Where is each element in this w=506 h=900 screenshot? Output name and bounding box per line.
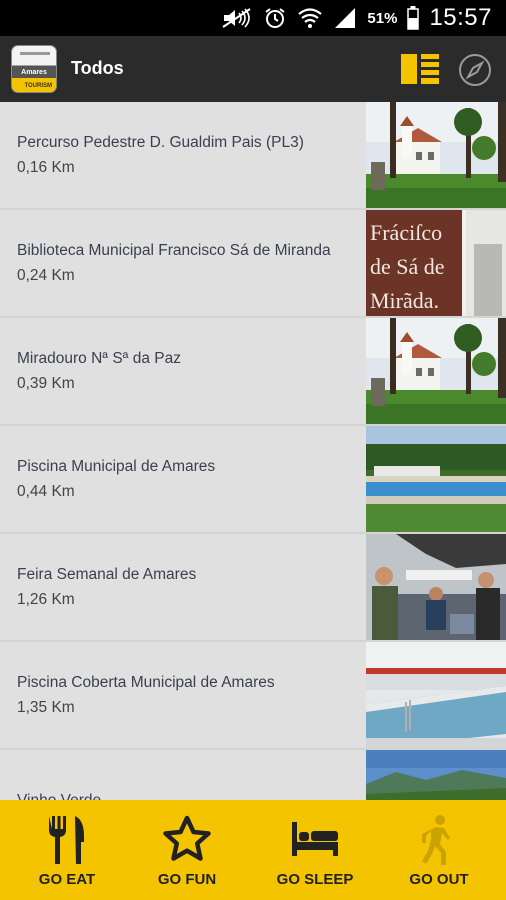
nav-go-out[interactable]: GO OUT bbox=[376, 800, 502, 900]
sign-line-1: Fráciſco bbox=[370, 220, 442, 245]
battery-percent: 51% bbox=[367, 9, 398, 27]
logo-stripe bbox=[20, 52, 50, 55]
walking-person-icon bbox=[422, 815, 450, 865]
nav-go-fun[interactable]: GO FUN bbox=[124, 800, 250, 900]
place-name: Biblioteca Municipal Francisco Sá de Mir… bbox=[17, 241, 331, 259]
mute-icon bbox=[221, 7, 253, 29]
list-view-icon bbox=[401, 54, 439, 84]
star-icon bbox=[163, 815, 211, 861]
nav-label: GO FUN bbox=[157, 871, 217, 888]
place-name: Piscina Coberta Municipal de Amares bbox=[17, 673, 275, 691]
place-thumbnail bbox=[366, 102, 506, 208]
map-button[interactable] bbox=[458, 53, 492, 87]
place-thumbnail bbox=[366, 318, 506, 424]
place-thumbnail bbox=[366, 534, 506, 640]
sign-line-2: de Sá de bbox=[370, 254, 445, 279]
list-item[interactable]: Vinho Verde bbox=[0, 750, 506, 800]
place-name: Piscina Municipal de Amares bbox=[17, 457, 216, 475]
app-bar: Amares TOURISM Todos bbox=[0, 36, 506, 102]
place-thumbnail: Fráciſco de Sá de Mirãda. bbox=[366, 210, 506, 316]
status-bar: 51% 15:57 bbox=[0, 0, 506, 36]
list-item[interactable]: Percurso Pedestre D. Gualdim Pais (PL3) … bbox=[0, 102, 506, 208]
list-item[interactable]: Piscina Municipal de Amares 0,44 Km bbox=[0, 426, 506, 532]
place-distance: 0,44 Km bbox=[17, 482, 75, 500]
bottom-nav: GO EAT GO FUN GO SLEEP GO OUT bbox=[0, 800, 506, 900]
list-item[interactable]: Piscina Coberta Municipal de Amares 1,35… bbox=[0, 642, 506, 748]
nav-label: GO SLEEP bbox=[276, 871, 354, 888]
place-thumbnail bbox=[366, 642, 506, 748]
list-item[interactable]: Biblioteca Municipal Francisco Sá de Mir… bbox=[0, 210, 506, 316]
place-distance: 1,26 Km bbox=[17, 590, 75, 608]
logo-label: Amares bbox=[21, 69, 47, 76]
nav-label: GO OUT bbox=[409, 871, 469, 888]
compass-icon bbox=[459, 54, 491, 86]
wifi-icon bbox=[297, 6, 323, 30]
battery-icon bbox=[407, 6, 420, 30]
nav-label: GO EAT bbox=[38, 871, 96, 888]
list-item[interactable]: Miradouro Nª Sª da Paz 0,39 Km bbox=[0, 318, 506, 424]
place-distance: 0,39 Km bbox=[17, 374, 75, 392]
signal-icon bbox=[333, 7, 357, 29]
list-item[interactable]: Feira Semanal de Amares 1,26 Km bbox=[0, 534, 506, 640]
place-name: Miradouro Nª Sª da Paz bbox=[17, 349, 181, 367]
place-name: Feira Semanal de Amares bbox=[17, 565, 197, 583]
page-title: Todos bbox=[71, 58, 124, 78]
place-distance: 1,35 Km bbox=[17, 698, 75, 716]
alarm-icon bbox=[263, 6, 287, 30]
place-thumbnail bbox=[366, 750, 506, 800]
sign-line-3: Mirãda. bbox=[370, 288, 439, 313]
place-name: Vinho Verde bbox=[17, 791, 102, 801]
fork-knife-icon bbox=[49, 816, 84, 864]
list-view-button[interactable] bbox=[401, 54, 439, 84]
places-list[interactable]: Percurso Pedestre D. Gualdim Pais (PL3) … bbox=[0, 102, 506, 800]
clock: 15:57 bbox=[429, 4, 492, 31]
place-thumbnail bbox=[366, 426, 506, 532]
place-name: Percurso Pedestre D. Gualdim Pais (PL3) bbox=[17, 133, 304, 151]
place-distance: 0,16 Km bbox=[17, 158, 75, 176]
nav-go-sleep[interactable]: GO SLEEP bbox=[252, 800, 378, 900]
app-logo[interactable]: Amares TOURISM bbox=[11, 45, 57, 93]
place-distance: 0,24 Km bbox=[17, 266, 75, 284]
bed-icon bbox=[292, 822, 338, 856]
logo-sub: TOURISM bbox=[24, 83, 52, 89]
nav-go-eat[interactable]: GO EAT bbox=[4, 800, 130, 900]
